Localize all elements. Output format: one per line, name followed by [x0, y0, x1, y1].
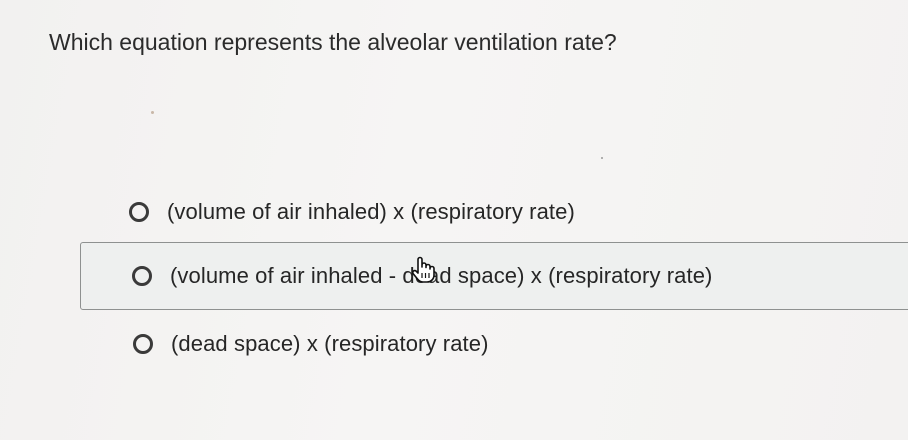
answer-option-label: (volume of air inhaled) x (respiratory r…: [167, 199, 575, 224]
radio-unchecked-icon[interactable]: [131, 265, 153, 287]
answer-option-3[interactable]: (dead space) x (respiratory rate): [132, 326, 489, 362]
hand-pointer-icon: [410, 256, 436, 284]
radio-unchecked-icon[interactable]: [132, 333, 154, 355]
answer-option-label: (dead space) x (respiratory rate): [171, 331, 489, 356]
screen-speck: [151, 111, 154, 114]
answer-option-2[interactable]: (volume of air inhaled - dead space) x (…: [80, 242, 908, 310]
answer-option-1[interactable]: (volume of air inhaled) x (respiratory r…: [128, 194, 575, 230]
screen-speck: [601, 157, 603, 159]
question-text: Which equation represents the alveolar v…: [49, 29, 617, 55]
radio-unchecked-icon[interactable]: [128, 201, 150, 223]
answer-option-label: (volume of air inhaled - dead space) x (…: [170, 263, 713, 288]
